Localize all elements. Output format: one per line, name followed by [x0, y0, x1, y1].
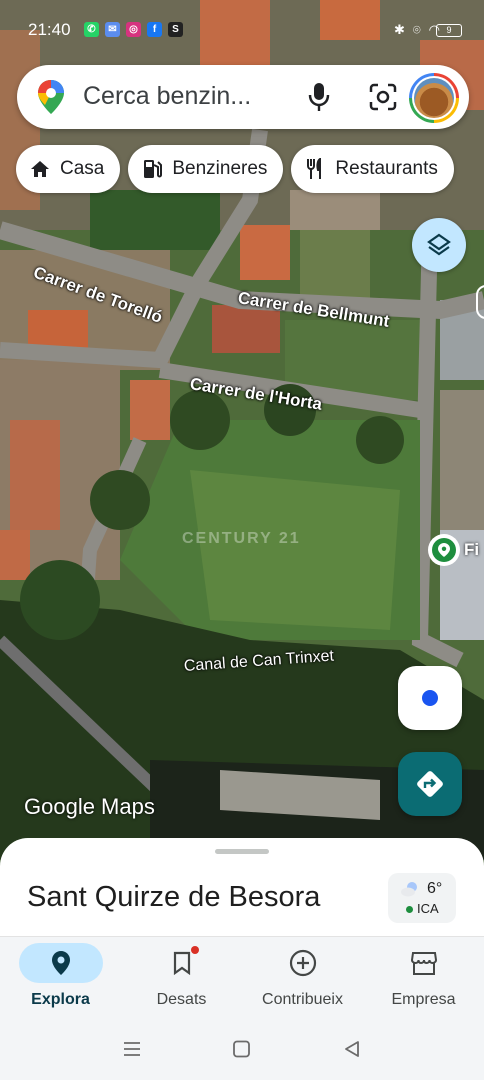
nav-label: Desats — [156, 991, 207, 1008]
nav-label: Empresa — [391, 991, 456, 1008]
place-marker[interactable] — [428, 534, 460, 566]
notification-icons: ✆ ✉ ◎ f S — [84, 22, 183, 37]
storefront-icon — [410, 952, 437, 975]
system-navigation-bar — [0, 1020, 484, 1080]
system-status-icons: ✱ ⌾ ◠ — [394, 22, 440, 38]
nav-contribute[interactable]: Contribueix — [242, 937, 363, 1021]
nav-explore[interactable]: Explora — [0, 937, 121, 1021]
partly-cloudy-icon — [401, 882, 417, 897]
partial-map-marker[interactable] — [476, 285, 484, 319]
map-pin-icon — [438, 543, 450, 557]
gas-station-icon — [144, 160, 163, 178]
status-time: 21:40 — [28, 20, 71, 39]
nav-business[interactable]: Empresa — [363, 937, 484, 1021]
chip-restaurants[interactable]: Restaurants — [291, 145, 454, 193]
air-quality-indicator — [406, 906, 413, 913]
chip-home[interactable]: Casa — [16, 145, 121, 193]
chip-gas-stations[interactable]: Benzineres — [128, 145, 284, 193]
search-bar[interactable]: Cerca benzin... — [17, 65, 469, 129]
instagram-icon: ◎ — [126, 22, 141, 37]
century21-watermark: CENTURY 21 — [182, 530, 301, 547]
chip-label: Benzineres — [172, 158, 268, 179]
home-icon — [31, 161, 49, 177]
layers-icon — [427, 233, 451, 256]
nav-label: Contribueix — [262, 991, 343, 1008]
search-input[interactable]: Cerca benzin... — [83, 82, 251, 111]
category-chips: Casa Benzineres Restaurants — [16, 145, 454, 193]
location-status-icon: ⌾ — [412, 22, 421, 37]
add-circle-icon — [289, 949, 316, 977]
restaurant-icon — [307, 158, 322, 179]
layers-button[interactable] — [412, 218, 466, 272]
bookmark-icon — [173, 951, 190, 975]
directions-button[interactable] — [398, 752, 462, 816]
messages-icon: ✉ — [105, 22, 120, 37]
avatar-image — [414, 78, 454, 118]
satellite-imagery — [0, 0, 484, 860]
place-marker-label[interactable]: Fi — [464, 540, 479, 560]
status-bar: 21:40 ✆ ✉ ◎ f S ✱ ⌾ ◠ 9 — [0, 18, 484, 44]
nav-label: Explora — [31, 991, 90, 1008]
bluetooth-icon: ✱ — [393, 22, 405, 37]
google-lens-icon[interactable] — [369, 83, 397, 111]
whatsapp-icon: ✆ — [84, 22, 99, 37]
home-system-icon[interactable] — [232, 1040, 252, 1058]
s-app-icon: S — [168, 22, 183, 37]
my-location-button[interactable] — [398, 666, 462, 730]
notification-badge — [191, 946, 199, 954]
explore-pin-icon — [51, 951, 70, 975]
back-icon[interactable] — [342, 1040, 362, 1058]
weather-widget[interactable]: 6° ICA — [388, 873, 456, 923]
chip-label: Casa — [60, 158, 105, 179]
battery-icon: 9 — [436, 24, 462, 37]
profile-avatar[interactable] — [409, 73, 459, 123]
google-maps-pin-icon — [38, 80, 64, 114]
drag-handle[interactable] — [215, 849, 269, 854]
recent-apps-icon[interactable] — [122, 1040, 142, 1058]
air-quality-label: ICA — [417, 901, 439, 916]
satellite-map[interactable]: Carrer de Torelló Carrer de Bellmunt Car… — [0, 0, 484, 860]
bottom-sheet[interactable]: Sant Quirze de Besora 6° ICA — [0, 838, 484, 938]
facebook-icon: f — [147, 22, 162, 37]
microphone-icon[interactable] — [307, 81, 331, 113]
place-title: Sant Quirze de Besora — [27, 881, 321, 913]
google-maps-attribution: Google Maps — [24, 794, 155, 819]
bottom-navigation: Explora Desats Contribueix Empresa — [0, 936, 484, 1020]
directions-icon — [417, 771, 443, 797]
nav-saved[interactable]: Desats — [121, 937, 242, 1021]
weather-temperature: 6° — [427, 880, 443, 897]
chip-label: Restaurants — [335, 158, 438, 179]
my-location-icon — [422, 690, 438, 706]
